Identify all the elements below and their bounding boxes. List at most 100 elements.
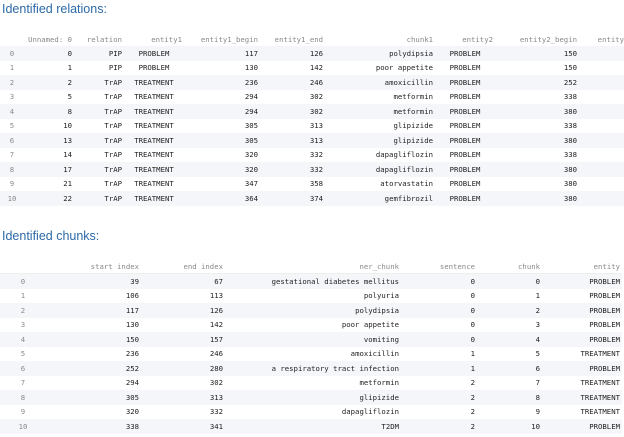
table-cell: 338 <box>46 419 141 434</box>
table-cell: TREATMENT <box>124 75 184 90</box>
table-cell: 374 <box>260 191 325 206</box>
table-cell: 364 <box>184 191 260 206</box>
relations-col-header: entity2_end <box>579 32 624 47</box>
table-cell: 150 <box>46 332 141 347</box>
table-cell: TREATMENT <box>580 407 620 417</box>
table-row: 9 320 332 dapagliflozin 2 9 TREATMENT <box>0 405 622 420</box>
row-index: 6 <box>0 361 46 376</box>
table-cell: 14 <box>63 150 72 160</box>
table-cell: 0 <box>470 320 475 330</box>
chunks-col-header: entity <box>542 259 622 275</box>
row-index: 7 <box>9 150 15 160</box>
table-cell: 1 <box>67 63 72 73</box>
table-row: 8 305 313 glipizide 2 8 TREATMENT <box>0 390 622 405</box>
table-cell: PROBLEM <box>435 46 495 61</box>
table-row: 00PIPPROBLEM117126polydipsiaPROBLEM15015… <box>0 46 624 61</box>
table-cell: 305 <box>46 390 141 405</box>
table-cell: 2 <box>477 303 542 318</box>
table-cell: 7 <box>535 378 540 388</box>
table-cell: 106 <box>125 291 139 301</box>
table-cell: 130 <box>244 63 258 73</box>
table-cell: 10 <box>477 419 542 434</box>
table-cell: TREATMENT <box>580 349 620 359</box>
relations-col-header: chunk1 <box>325 32 435 47</box>
table-cell: 0 <box>477 273 542 289</box>
table-cell: 10 <box>63 121 72 131</box>
table-cell: 2 <box>401 390 477 405</box>
row-index: 0 <box>0 46 24 61</box>
table-cell: 380 <box>495 191 579 206</box>
relations-col-header: entity1_end <box>260 32 325 47</box>
table-row: 3 130 142 poor appetite 0 3 PROBLEM <box>0 318 622 333</box>
chunks-heading: Identified chunks: <box>2 229 100 243</box>
table-row: 0 39 67 gestational diabetes mellitus 0 0 PROB… <box>0 273 622 289</box>
table-cell: 0 <box>470 291 475 301</box>
table-cell: PROBLEM <box>449 179 481 189</box>
table-row: 6 13 TrAP TREATMENT 305 313 glipizide PROBLEM 38… <box>0 133 624 148</box>
chunks-header-row: start index end index ner_chunk sentence chu… <box>0 259 622 275</box>
table-cell: poor appetite <box>341 320 399 330</box>
table-cell: TREATMENT <box>124 104 184 119</box>
table-cell: 246 <box>260 75 325 90</box>
table-cell: 150 <box>563 63 577 73</box>
table-cell: TREATMENT <box>580 378 620 388</box>
relations-table: Unnamed: 0 relation entity1 entity1_begin en… <box>0 32 624 206</box>
table-cell: 0 <box>401 303 477 318</box>
table-cell: glipizide <box>325 133 435 148</box>
table-cell: 130 <box>125 320 139 330</box>
table-cell: 302 <box>260 104 325 119</box>
table-cell: T2DM <box>225 419 401 434</box>
table-cell: 313 <box>260 133 325 148</box>
row-index: 8 <box>0 162 24 177</box>
table-cell: 4 <box>477 332 542 347</box>
table-cell: 9 <box>535 407 540 417</box>
table-cell: TREATMENT <box>134 150 174 160</box>
row-index: 4 <box>0 104 24 119</box>
table-cell: PROBLEM <box>589 320 620 330</box>
relations-table-container[interactable]: Unnamed: 0 relation entity1 entity1_begin en… <box>0 32 624 210</box>
table-cell: PROBLEM <box>542 332 622 347</box>
table-cell: 382 <box>579 191 624 206</box>
table-cell: TREATMENT <box>542 390 622 405</box>
table-cell: 126 <box>141 303 225 318</box>
table-cell: PROBLEM <box>435 75 495 90</box>
table-cell: PROBLEM <box>435 104 495 119</box>
table-cell: 382 <box>579 162 624 177</box>
row-index: 9 <box>20 407 26 417</box>
table-cell: polydipsia <box>225 303 401 318</box>
table-cell: 320 <box>184 162 260 177</box>
table-cell: amoxicillin <box>350 349 399 359</box>
table-cell: PROBLEM <box>542 273 622 289</box>
table-cell: 157 <box>579 46 624 61</box>
table-cell: 380 <box>495 104 579 119</box>
table-row: 6 252 280 a respiratory tract infection 1 6 PR… <box>0 361 622 376</box>
table-cell: TREATMENT <box>124 133 184 148</box>
table-cell: 332 <box>309 150 323 160</box>
table-cell: 341 <box>141 419 225 434</box>
table-cell: 294 <box>125 378 139 388</box>
row-index: 8 <box>0 390 46 405</box>
relations-col-header <box>0 32 24 47</box>
table-cell: 157 <box>141 332 225 347</box>
row-index: 10 <box>0 191 24 206</box>
relations-col-header: relation <box>74 32 124 47</box>
table-cell: 236 <box>184 75 260 90</box>
table-cell: TrAP <box>104 121 122 131</box>
table-cell: PIP <box>74 46 124 61</box>
table-cell: 13 <box>24 133 74 148</box>
table-cell: PROBLEM <box>435 162 495 177</box>
table-cell: 313 <box>309 121 323 131</box>
table-cell: 2 <box>470 407 475 417</box>
chunks-table: start index end index ner_chunk sentence chu… <box>0 259 622 434</box>
row-index: 5 <box>9 121 15 131</box>
row-index: 10 <box>0 419 46 434</box>
table-cell: amoxicillin <box>325 75 435 90</box>
table-cell: PIP <box>108 63 122 73</box>
relations-col-header: entity1 <box>124 32 184 47</box>
table-cell: PROBLEM <box>138 63 170 73</box>
chunks-table-container[interactable]: start index end index ner_chunk sentence chu… <box>0 259 624 437</box>
table-cell: 17 <box>24 162 74 177</box>
table-cell: 382 <box>579 104 624 119</box>
chunks-col-header <box>0 259 46 275</box>
table-cell: 142 <box>309 63 323 73</box>
